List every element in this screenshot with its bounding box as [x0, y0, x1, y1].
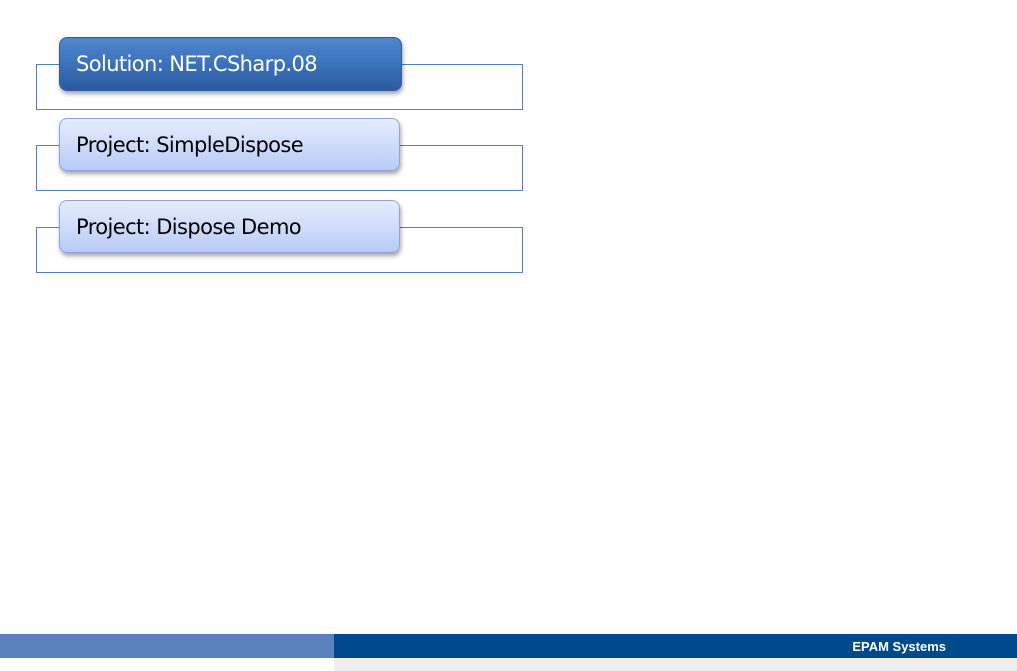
project-disposedemo-node[interactable]: Project: Dispose Demo: [59, 200, 400, 253]
footer-brand-text: EPAM Systems: [852, 639, 946, 654]
footer-bar-light: [0, 634, 334, 658]
project-simpledispose-label: Project: SimpleDispose: [76, 132, 304, 157]
slide-canvas: Solution: NET.CSharp.08 Project: SimpleD…: [0, 0, 1017, 671]
project-simpledispose-node[interactable]: Project: SimpleDispose: [59, 118, 400, 171]
solution-node[interactable]: Solution: NET.CSharp.08: [59, 37, 402, 91]
solution-node-label: Solution: NET.CSharp.08: [76, 52, 318, 76]
project-disposedemo-label: Project: Dispose Demo: [76, 214, 302, 239]
footer-shadow-strip: [334, 658, 1017, 671]
